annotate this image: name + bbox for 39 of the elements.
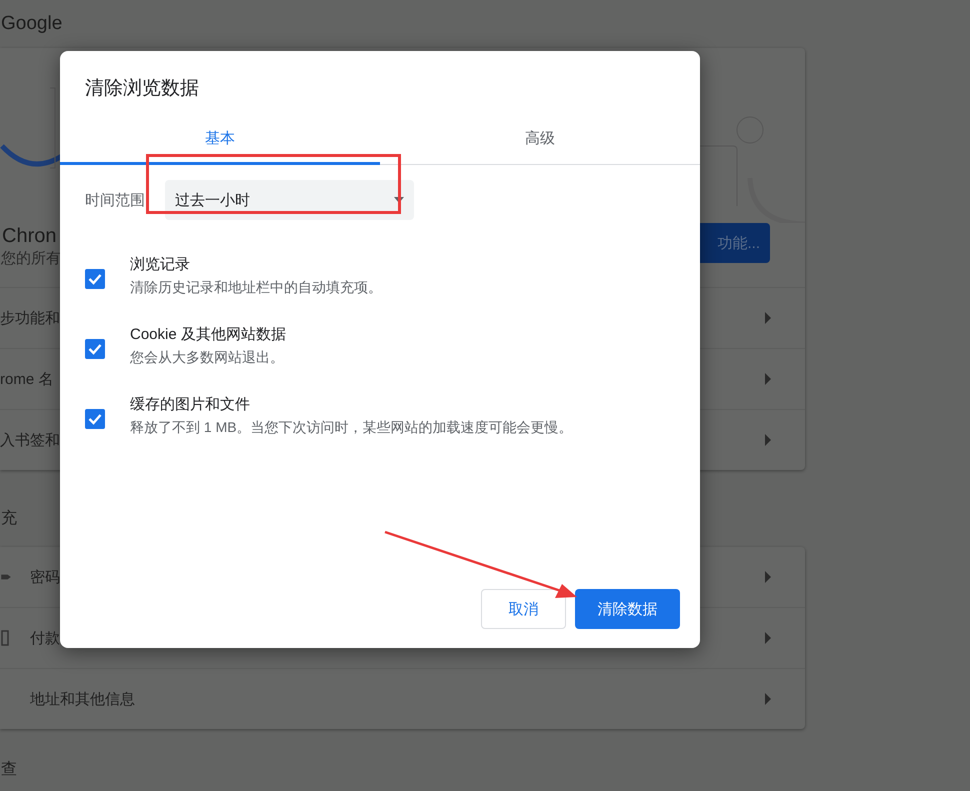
option-description: 您会从大多数网站退出。 <box>130 349 285 367</box>
settings-row[interactable]: 付款 <box>30 628 60 648</box>
arrow-right-icon <box>765 571 771 583</box>
option-description: 清除历史记录和地址栏中的自动填充项。 <box>130 279 382 297</box>
card-icon <box>0 630 12 646</box>
arrow-right-icon <box>765 632 771 644</box>
clear-data-button[interactable]: 清除数据 <box>575 589 680 629</box>
checkmark-icon <box>88 413 102 425</box>
page-title: Google <box>1 13 62 35</box>
option-title: 缓存的图片和文件 <box>130 395 251 414</box>
tab[interactable]: 高级 <box>380 115 700 165</box>
arrow-right-icon <box>765 312 771 324</box>
settings-row[interactable]: 地址和其他信息 <box>30 690 135 708</box>
settings-row[interactable]: 密码 <box>30 568 60 586</box>
tab[interactable]: 基本 <box>60 115 380 165</box>
cancel-button[interactable]: 取消 <box>481 589 566 629</box>
option-description: 释放了不到 1 MB。当您下次访问时，某些网站的加载速度可能会更慢。 <box>130 419 573 437</box>
key-icon <box>0 573 12 581</box>
checkbox[interactable] <box>85 339 105 359</box>
arrow-right-icon <box>765 434 771 446</box>
dialog-title: 清除浏览数据 <box>85 77 200 101</box>
dropdown-caret-icon <box>394 197 404 203</box>
option-title: 浏览记录 <box>130 255 191 274</box>
arrow-right-icon <box>765 373 771 385</box>
checkbox[interactable] <box>85 409 105 429</box>
time-range-dropdown[interactable]: 过去一小时 <box>165 180 414 220</box>
section-heading: 查 <box>1 760 17 780</box>
checkbox[interactable] <box>85 269 105 289</box>
time-range-label: 时间范围 <box>85 190 146 210</box>
settings-row[interactable]: rome 名 <box>0 370 54 388</box>
settings-row[interactable]: 步功能和 <box>0 308 60 328</box>
section-heading: 充 <box>1 508 17 529</box>
checkmark-icon <box>88 273 102 285</box>
card-heading: Chron <box>2 224 58 249</box>
card-subtext: 您的所有 <box>1 249 61 268</box>
option-title: Cookie 及其他网站数据 <box>130 325 286 344</box>
arrow-right-icon <box>765 693 771 705</box>
checkmark-icon <box>88 343 102 355</box>
settings-row[interactable]: 入书签和 <box>0 430 60 450</box>
